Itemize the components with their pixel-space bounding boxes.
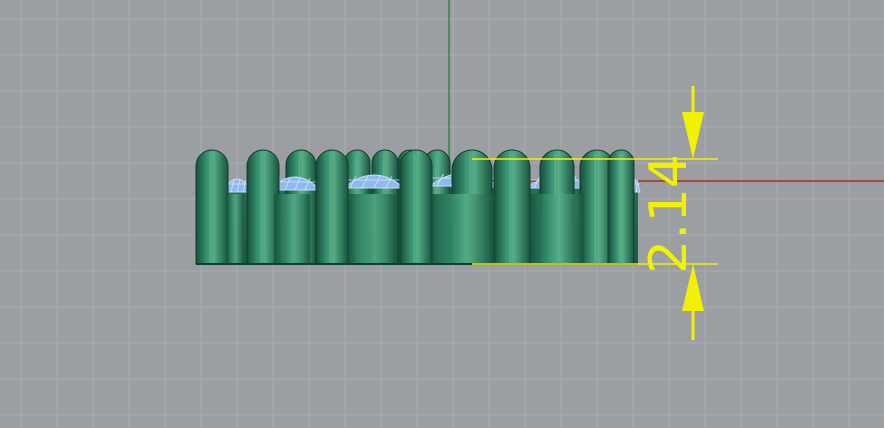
front-prongs	[195, 149, 635, 265]
front-prong	[607, 149, 635, 265]
band-segment	[530, 194, 584, 264]
front-prong	[195, 149, 229, 265]
ring-model[interactable]	[195, 149, 641, 265]
band-segment	[432, 194, 494, 264]
front-prong	[315, 149, 349, 265]
band-segment	[226, 194, 244, 264]
band-segment	[348, 194, 396, 264]
front-prong	[493, 149, 531, 265]
front-prong	[399, 149, 433, 265]
dimension-text: 2.14	[639, 154, 699, 274]
rhino-viewport[interactable]: 2.14	[0, 0, 884, 428]
band-segment	[274, 194, 310, 264]
dimension-arrow-down	[682, 112, 704, 159]
